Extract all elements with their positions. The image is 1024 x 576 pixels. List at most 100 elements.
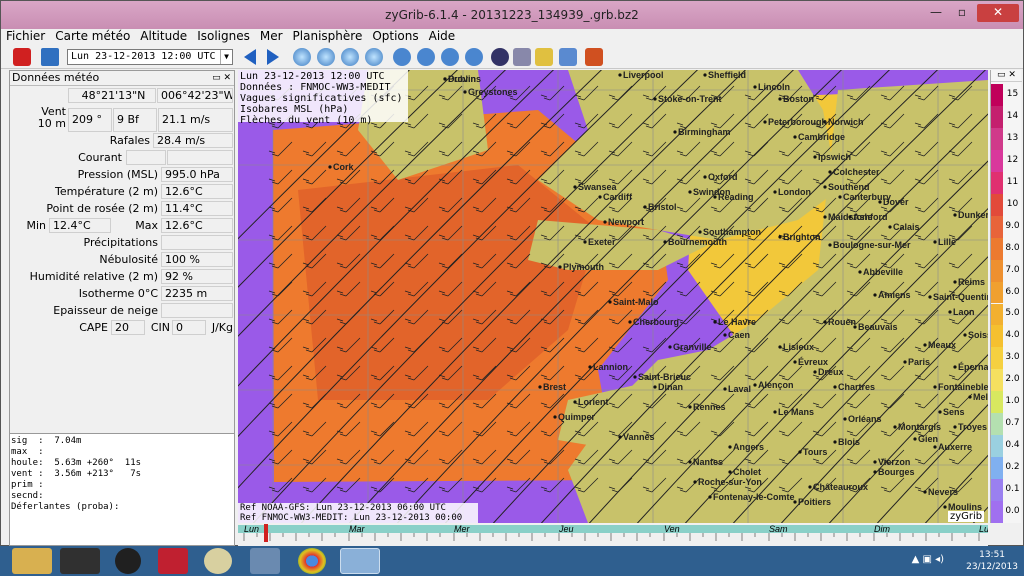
download-icon[interactable] bbox=[491, 48, 509, 66]
pressure-value: 995.0 hPa bbox=[161, 167, 233, 182]
menu-altitude[interactable]: Altitude bbox=[135, 29, 192, 44]
menu-options[interactable]: Options bbox=[367, 29, 423, 44]
file-explorer-icon[interactable] bbox=[12, 548, 52, 574]
network-app-icon[interactable] bbox=[250, 548, 280, 574]
temperature-value: 12.6°C bbox=[161, 184, 233, 199]
grib-file-icon[interactable] bbox=[513, 48, 531, 66]
humidity-label: Humidité relative (2 m) bbox=[29, 270, 158, 283]
clock[interactable]: 13:51 23/12/2013 bbox=[966, 549, 1018, 573]
tray-icons[interactable]: ▲ ▣ ◂) bbox=[912, 554, 944, 565]
pan-up-icon[interactable] bbox=[441, 48, 459, 66]
city-label: Newport bbox=[608, 217, 644, 227]
clock-date: 23/12/2013 bbox=[966, 562, 1018, 572]
timeline-day-label: Mar bbox=[349, 524, 366, 534]
city-label: Alençon bbox=[758, 380, 794, 390]
dewpoint-label: Point de rosée (2 m) bbox=[46, 202, 158, 215]
menu-aide[interactable]: Aide bbox=[424, 29, 461, 44]
humidity-row: Humidité relative (2 m) 92 % bbox=[10, 268, 234, 284]
timeline-day-label: Sam bbox=[769, 524, 788, 534]
minimize-button[interactable]: — bbox=[923, 4, 949, 22]
legend-swatch bbox=[991, 435, 1003, 458]
city-dot bbox=[608, 300, 612, 304]
city-dot bbox=[633, 375, 637, 379]
city-label: Ipswich bbox=[818, 152, 851, 162]
city-dot bbox=[888, 225, 892, 229]
weather-map[interactable]: Dublin Greystones Liverpool Sheffield Stoke-… bbox=[238, 70, 988, 523]
city-dot bbox=[808, 485, 812, 489]
legend-swatch bbox=[991, 457, 1003, 480]
city-dot bbox=[463, 90, 467, 94]
date-select[interactable]: Lun 23-12-2013 12:00 UTC ▼ bbox=[67, 49, 233, 65]
city-dot bbox=[728, 470, 732, 474]
city-label: Épernay bbox=[958, 362, 988, 372]
zoom-area-icon[interactable] bbox=[341, 48, 359, 66]
city-dot bbox=[588, 365, 592, 369]
city-dot bbox=[728, 445, 732, 449]
city-dot bbox=[828, 243, 832, 247]
menu-planisphere[interactable]: Planisphère bbox=[288, 29, 368, 44]
city-label: Reims bbox=[958, 277, 985, 287]
cloud-value: 100 % bbox=[161, 252, 233, 267]
snow-value bbox=[161, 303, 233, 318]
current-label: Courant bbox=[78, 151, 122, 164]
city-dot bbox=[688, 190, 692, 194]
cape-row: CAPE 20 CIN 0 J/Kg bbox=[10, 319, 234, 335]
media-app-icon[interactable] bbox=[115, 548, 141, 574]
menu-fichier[interactable]: Fichier bbox=[1, 29, 50, 44]
timeline-slider[interactable]: Lun Mar Mer Jeu Ven Sam Dim Lun bbox=[238, 523, 1019, 547]
heart-app-icon[interactable] bbox=[158, 548, 188, 574]
city-dot bbox=[963, 333, 967, 337]
zygrib-taskbar-icon[interactable] bbox=[340, 548, 380, 574]
city-dot bbox=[713, 320, 717, 324]
maximize-button[interactable]: ▫ bbox=[949, 4, 975, 22]
city-dot bbox=[558, 265, 562, 269]
chrome-icon[interactable] bbox=[298, 548, 326, 574]
city-dot bbox=[943, 505, 947, 509]
city-label: Plymouth bbox=[563, 262, 604, 272]
legend-value: 10 bbox=[1006, 198, 1019, 209]
menu-isolignes[interactable]: Isolignes bbox=[192, 29, 255, 44]
pan-left-icon[interactable] bbox=[393, 48, 411, 66]
gust-label: Rafales bbox=[109, 134, 150, 147]
timeline-cursor[interactable] bbox=[264, 524, 268, 542]
wind-row: Vent 10 m 209 ° 9 Bf 21.1 m/s bbox=[10, 105, 234, 135]
overlay-source: Données : FNMOC-WW3-MEDIT bbox=[240, 82, 391, 93]
close-button[interactable]: ✕ bbox=[977, 4, 1019, 22]
legend-swatch bbox=[991, 149, 1003, 172]
rocket-icon[interactable] bbox=[585, 48, 603, 66]
city-dot bbox=[778, 345, 782, 349]
next-date-icon[interactable] bbox=[267, 49, 279, 65]
city-label: Soissons bbox=[968, 330, 988, 340]
zoom-out-icon[interactable] bbox=[317, 48, 335, 66]
menu-carte-meteo[interactable]: Carte météo bbox=[50, 29, 135, 44]
city-dot bbox=[813, 370, 817, 374]
city-label: Cardiff bbox=[603, 192, 633, 202]
app-tiles-icon[interactable] bbox=[60, 548, 100, 574]
city-label: Granville bbox=[673, 342, 712, 352]
city-label: Le Havre bbox=[718, 317, 756, 327]
quit-icon[interactable] bbox=[13, 48, 31, 66]
title-bar[interactable]: zyGrib-6.1.4 - 20131223_134939_.grb.bz2 … bbox=[1, 1, 1023, 29]
pan-right-icon[interactable] bbox=[417, 48, 435, 66]
city-dot bbox=[618, 435, 622, 439]
menu-mer[interactable]: Mer bbox=[255, 29, 288, 44]
zoom-fit-icon[interactable] bbox=[365, 48, 383, 66]
city-dot bbox=[798, 450, 802, 454]
chevron-down-icon[interactable]: ▼ bbox=[220, 50, 232, 64]
pan-down-icon[interactable] bbox=[465, 48, 483, 66]
city-label: Cambridge bbox=[798, 132, 845, 142]
zoom-in-icon[interactable] bbox=[293, 48, 311, 66]
previous-date-icon[interactable] bbox=[244, 49, 256, 65]
city-dot bbox=[838, 195, 842, 199]
legend-swatch bbox=[991, 479, 1003, 502]
float-dock-icon[interactable]: ▭ ✕ bbox=[212, 71, 231, 85]
open-folder-icon[interactable] bbox=[41, 48, 59, 66]
compass-app-icon[interactable] bbox=[204, 548, 232, 574]
city-label: Lille bbox=[938, 237, 956, 247]
city-dot bbox=[778, 97, 782, 101]
timeline-canvas: Lun Mar Mer Jeu Ven Sam Dim Lun bbox=[238, 524, 1019, 542]
refresh-icon[interactable] bbox=[559, 48, 577, 66]
pressure-label: Pression (MSL) bbox=[77, 168, 158, 181]
weather-icon[interactable] bbox=[535, 48, 553, 66]
city-dot bbox=[793, 360, 797, 364]
